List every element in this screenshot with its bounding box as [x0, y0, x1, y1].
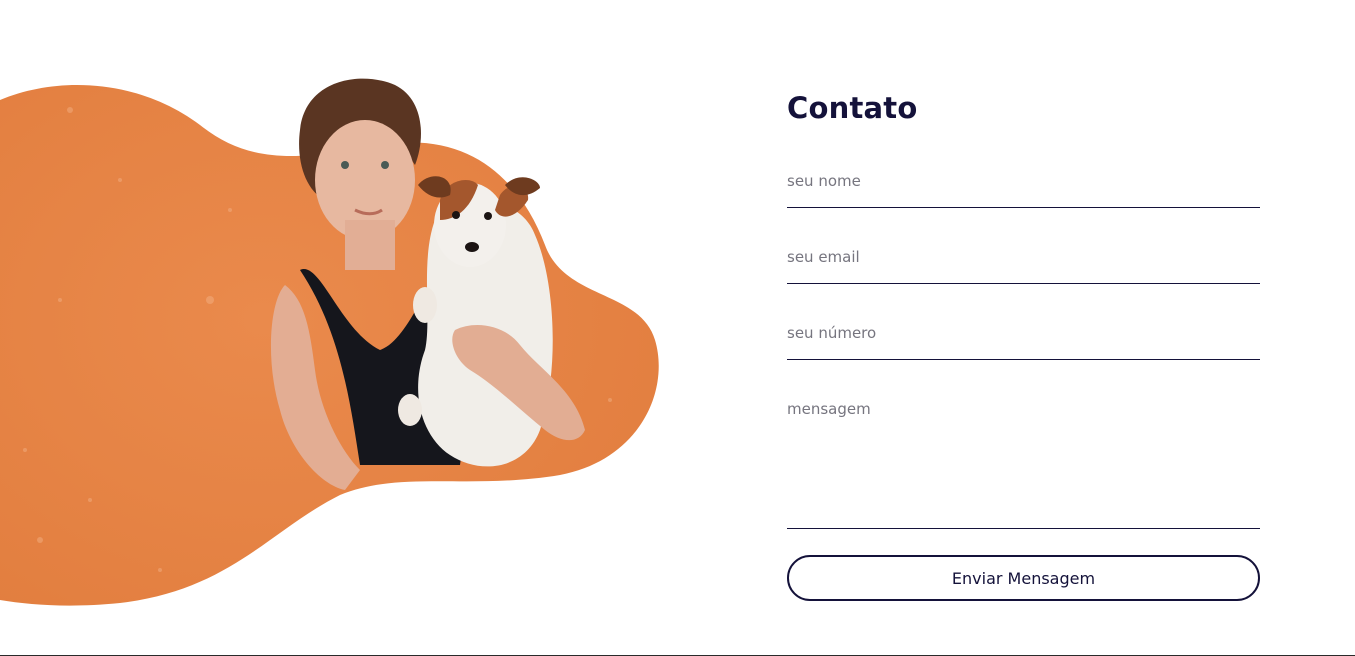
email-field-wrapper	[787, 245, 1260, 284]
name-field-wrapper	[787, 169, 1260, 208]
contact-page: Contato Enviar Mensagem	[0, 0, 1355, 656]
send-message-button[interactable]: Enviar Mensagem	[787, 555, 1260, 601]
phone-input[interactable]	[787, 321, 1260, 345]
name-input[interactable]	[787, 169, 1260, 193]
hero-illustration	[0, 70, 680, 620]
message-textarea[interactable]	[787, 397, 1260, 517]
page-title: Contato	[787, 91, 918, 125]
phone-field-wrapper	[787, 321, 1260, 360]
message-field-wrapper	[787, 397, 1260, 529]
email-input[interactable]	[787, 245, 1260, 269]
contact-form: Contato Enviar Mensagem	[787, 88, 1260, 601]
